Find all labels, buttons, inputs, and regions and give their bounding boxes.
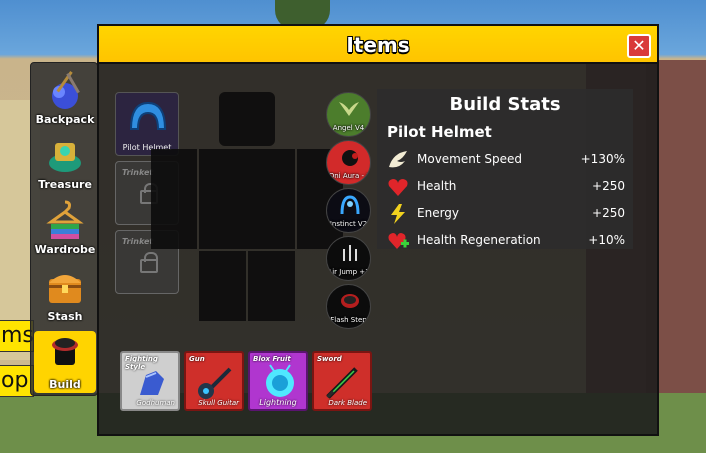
avatar-head [219,92,275,146]
equipped-name: Skull Guitar [198,399,239,407]
stat-row-health-regeneration: Health Regeneration +10% [387,228,633,254]
offscreen-button-bottom[interactable]: op [0,365,34,397]
trinket-slot-label: Trinket [122,168,154,177]
oni-mask-icon [342,150,358,166]
stat-value: +250 [592,206,625,220]
lock-icon [140,252,158,273]
close-button[interactable]: ✕ [627,34,651,58]
sidebar-item-label: Backpack [35,113,95,126]
flash-step-icon [341,294,359,308]
treasure-icon [49,143,81,172]
stat-value: +10% [588,233,625,247]
sidebar-item-label: Stash [47,310,83,323]
heart-icon [388,179,408,196]
hanger-icon [46,200,84,239]
equipped-fighting-style[interactable]: Fighting Style Godhuman [120,351,180,411]
heart-plus-icon [388,233,409,249]
avatar-right-leg [248,251,295,321]
close-icon: ✕ [632,36,646,55]
instinct-icon [340,195,360,215]
wing-icon [389,151,407,168]
ability-angel-v4[interactable]: Angel V4 [326,92,371,137]
stat-name: Movement Speed [417,152,522,166]
avatar-torso [199,149,295,249]
equipped-category: Fighting Style [125,355,158,371]
ability-instinct-v2[interactable]: Instinct V2 [326,188,371,233]
avatar-left-leg [199,251,246,321]
ability-label: Angel V4 [332,124,365,132]
backpack-icon [52,71,80,109]
equipped-sword[interactable]: Sword Dark Blade [312,351,372,411]
chest-icon [49,275,81,303]
inventory-sidebar: Backpack Treasure Wardrobe Stash Build [30,62,98,396]
build-stats-panel: Build Stats Pilot Helmet Movement Speed … [377,89,633,249]
stat-row-movement-speed: Movement Speed +130% [387,147,633,173]
stat-row-energy: Energy +250 [387,201,633,227]
sidebar-item-wardrobe[interactable]: Wardrobe [34,196,96,258]
helmet-icon [129,101,167,130]
build-stats-title: Build Stats [449,94,561,115]
sidebar-item-label: Build [49,378,81,391]
lightning-fruit-icon [266,364,294,397]
ability-air-jump[interactable]: Air Jump +1 [326,236,371,281]
sidebar-item-label: Treasure [38,178,92,191]
stat-name: Energy [417,206,460,220]
window-titlebar[interactable]: Items ✕ [99,26,657,64]
ability-label: Oni Aura - I [328,172,369,180]
ability-label: Air Jump +1 [327,268,370,276]
stat-row-health: Health +250 [387,174,633,200]
items-window: Items ✕ Pilot Helmet Trinket Trinket Ang… [97,24,659,436]
sidebar-item-treasure[interactable]: Treasure [34,131,96,193]
equipped-name: Godhuman [136,399,175,407]
offscreen-button-top[interactable]: ms [0,320,34,352]
trinket-slot-label: Trinket [122,237,154,246]
sidebar-item-label: Wardrobe [34,243,96,256]
sword-icon [326,367,358,399]
lightning-icon [391,204,405,224]
sidebar-item-build[interactable]: Build [34,331,96,393]
stat-name: Health [417,179,457,193]
guitar-icon [198,367,232,399]
selected-item-name: Pilot Helmet [387,123,492,141]
ability-label: Flash Step [330,316,367,324]
equipped-category: Gun [189,355,205,363]
sidebar-item-stash[interactable]: Stash [34,263,96,325]
ability-flash-step[interactable]: Flash Step [326,284,371,329]
equipped-category: Blox Fruit [253,355,291,363]
ability-label: Instinct V2 [329,220,368,228]
avatar-build-icon [52,338,78,365]
air-jump-icon [343,245,357,261]
stat-value: +130% [580,152,625,166]
window-title: Items [346,33,410,57]
equipped-name: Lightning [259,398,297,407]
equipped-blox-fruit[interactable]: Blox Fruit Lightning [248,351,308,411]
angel-wings-icon [339,102,359,116]
ability-oni-aura[interactable]: Oni Aura - I [326,140,371,185]
stat-name: Health Regeneration [417,233,541,247]
equipped-name: Dark Blade [328,399,367,407]
sidebar-item-backpack[interactable]: Backpack [34,66,96,128]
equipped-category: Sword [317,355,342,363]
stat-value: +250 [592,179,625,193]
equipped-gun[interactable]: Gun Skull Guitar [184,351,244,411]
avatar-left-arm [151,149,197,249]
armor-slot[interactable]: Pilot Helmet [115,92,179,156]
